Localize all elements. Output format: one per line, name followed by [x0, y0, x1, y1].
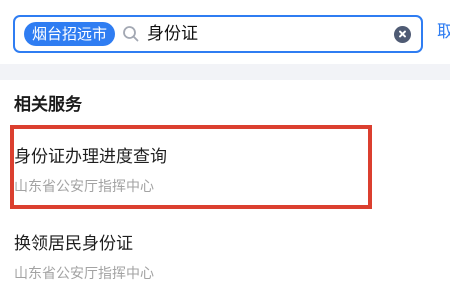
service-item-id-progress[interactable]: 身份证办理进度查询 山东省公安厅指挥中心 — [14, 145, 384, 196]
search-bar[interactable]: 烟台招远市 — [13, 15, 423, 53]
section-divider — [0, 64, 450, 80]
service-title: 身份证办理进度查询 — [14, 147, 167, 167]
service-item-id-renewal[interactable]: 换领居民身份证 山东省公安厅指挥中心 — [14, 232, 384, 283]
section-title: 相关服务 — [14, 95, 82, 115]
cancel-button[interactable]: 取消 — [437, 22, 450, 42]
city-selector-pill[interactable]: 烟台招远市 — [24, 22, 116, 46]
search-icon — [122, 25, 140, 43]
service-provider: 山东省公安厅指挥中心 — [14, 266, 154, 282]
search-input[interactable] — [147, 20, 394, 48]
service-title: 换领居民身份证 — [14, 234, 133, 254]
service-provider: 山东省公安厅指挥中心 — [14, 179, 154, 195]
clear-icon[interactable] — [394, 25, 411, 43]
